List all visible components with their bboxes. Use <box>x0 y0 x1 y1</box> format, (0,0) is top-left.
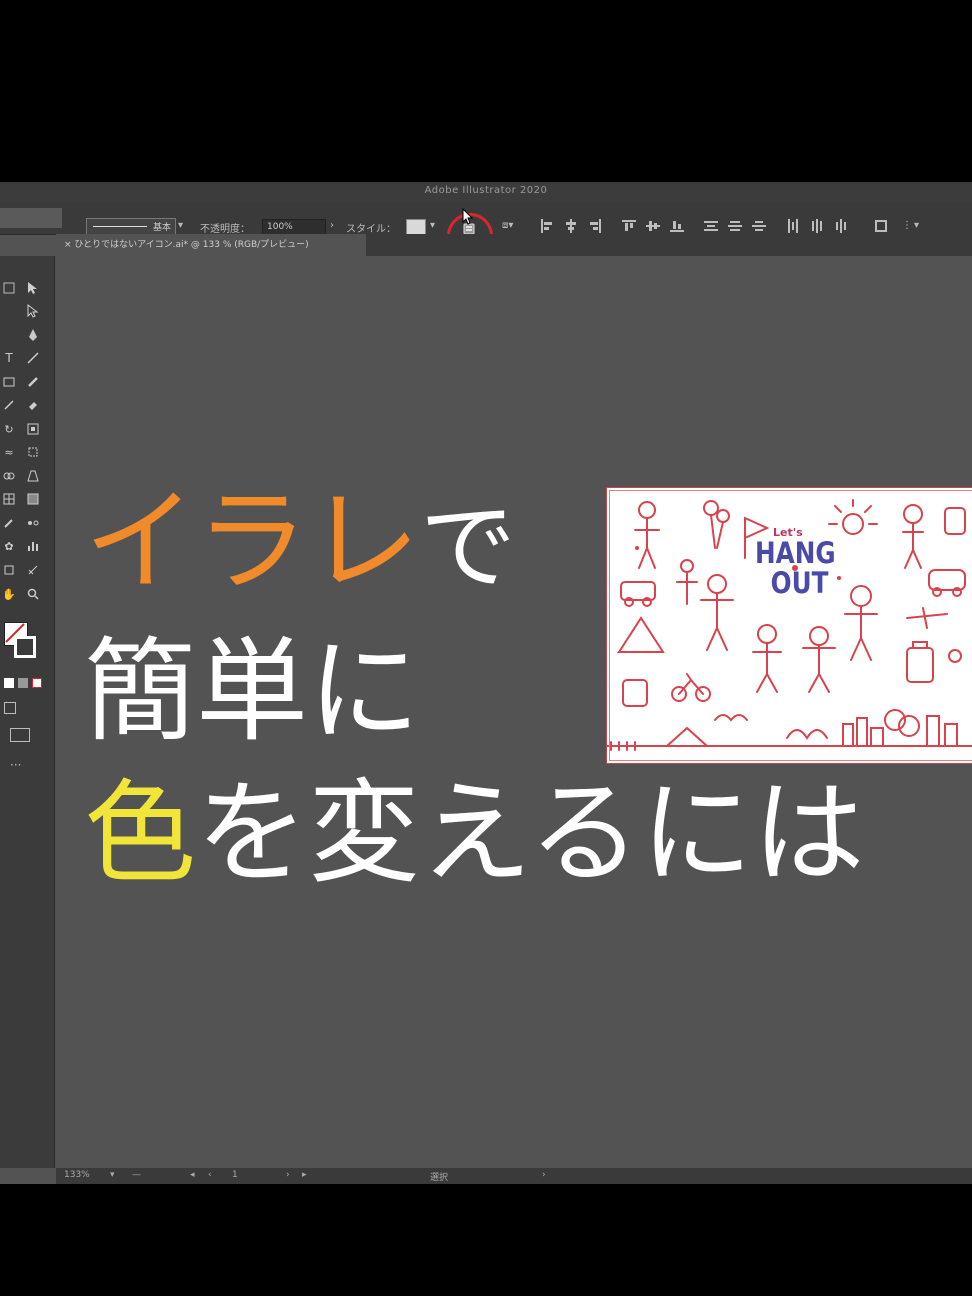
color-mode-icons[interactable] <box>4 678 46 690</box>
status-bar: 133% ▾ — ◂ ‹ 1 › ▸ 選択 › <box>56 1168 972 1184</box>
align-bottom-icon[interactable] <box>670 219 684 233</box>
mouse-cursor-icon <box>462 208 474 225</box>
artboard-number[interactable]: 1 <box>232 1170 238 1180</box>
tool-width-icon[interactable]: ≈ <box>0 443 18 461</box>
color-icon[interactable] <box>4 678 14 688</box>
opacity-arrow-icon[interactable]: › <box>330 220 334 231</box>
tool-scale-icon[interactable] <box>24 420 42 438</box>
headline-line3-white: を変えるには <box>196 769 865 899</box>
align-horizontal-center-icon[interactable] <box>564 219 578 233</box>
window-title: Adobe Illustrator 2020 <box>424 185 548 196</box>
rotate-view-field[interactable]: — <box>132 1170 141 1180</box>
style-label: スタイル： <box>346 224 396 235</box>
edit-toolbar-icon[interactable]: ··· <box>10 758 21 772</box>
draw-mode-icon[interactable] <box>4 702 16 714</box>
stroke-profile-label: 基本 <box>152 223 171 233</box>
tool-hand-icon[interactable]: ✋ <box>0 585 18 603</box>
tool-direct-select-icon[interactable] <box>24 302 42 320</box>
stroke-line-preview <box>93 226 147 227</box>
none-icon[interactable] <box>32 678 42 688</box>
tool-perspective-icon[interactable] <box>24 467 42 485</box>
transform-panel-icon[interactable] <box>874 219 888 233</box>
hang-out-illustration[interactable]: Let's HANG OUT <box>606 487 972 764</box>
fill-stroke-swatches[interactable] <box>4 622 44 668</box>
headline-line-3: 色を変えるには <box>84 770 865 898</box>
screen-mode-icon[interactable] <box>10 728 30 742</box>
distribute-vertical-center-icon[interactable] <box>728 219 742 233</box>
status-mode: 選択 <box>430 1173 449 1183</box>
headline-line-1: イラレで <box>84 478 516 611</box>
style-chevron-icon[interactable]: ▾ <box>430 220 435 231</box>
tool-eyedropper-icon[interactable] <box>0 514 18 532</box>
tool-selection-icon[interactable] <box>24 279 42 297</box>
headline-line3-yellow: 色 <box>84 769 196 899</box>
gradient-icon[interactable] <box>18 678 28 688</box>
align-right-icon[interactable] <box>588 219 602 233</box>
distribute-right-icon[interactable] <box>834 219 848 233</box>
tool-pen-icon[interactable] <box>24 326 42 344</box>
tool-line-icon[interactable] <box>24 349 42 367</box>
align-top-icon[interactable] <box>622 219 636 233</box>
tool-pencil-icon[interactable] <box>0 396 18 414</box>
tool-slice-icon[interactable] <box>24 561 42 579</box>
align-left-icon[interactable] <box>540 219 554 233</box>
stroke-chevron-icon[interactable]: ▾ <box>178 220 183 231</box>
first-artboard-icon[interactable]: ◂ <box>190 1170 195 1180</box>
tool-rotate-icon[interactable]: ↻ <box>0 420 18 438</box>
status-arrow-icon[interactable]: › <box>542 1170 546 1180</box>
none-slash-icon <box>5 623 25 643</box>
tool-mesh-icon[interactable] <box>0 490 18 508</box>
panel-chevron-icon[interactable]: ▾ <box>914 220 919 231</box>
tool-type-icon[interactable]: T <box>0 349 18 367</box>
artwork-selection-bounds <box>609 490 972 761</box>
align-vertical-center-icon[interactable] <box>646 219 660 233</box>
next-artboard-icon[interactable]: › <box>286 1170 290 1180</box>
tool-zoom-icon[interactable] <box>24 585 42 603</box>
tool-shape-builder-icon[interactable] <box>0 467 18 485</box>
tool-free-transform-icon[interactable] <box>24 443 42 461</box>
last-artboard-icon[interactable]: ▸ <box>302 1170 307 1180</box>
distribute-top-icon[interactable] <box>704 219 718 233</box>
headline-line1-white: で <box>420 491 516 603</box>
opacity-field[interactable]: 100% <box>262 219 326 235</box>
more-options-icon[interactable]: ⋮ <box>902 220 912 231</box>
tool-artboard-icon[interactable] <box>0 561 18 579</box>
tool-rectangle-icon[interactable] <box>0 373 18 391</box>
headline-line-2: 簡単に <box>84 627 420 757</box>
tool-gradient-icon[interactable] <box>24 490 42 508</box>
tool-eraser-icon[interactable] <box>24 396 42 414</box>
prev-artboard-icon[interactable]: ‹ <box>208 1170 212 1180</box>
tool-magic-wand-icon[interactable] <box>0 279 18 297</box>
distribute-bottom-icon[interactable] <box>752 219 766 233</box>
tool-symbol-sprayer-icon[interactable]: ✿ <box>0 537 18 555</box>
tool-column-graph-icon[interactable] <box>24 537 42 555</box>
document-tab[interactable]: × ひとりではないアイコン.ai* @ 133 % (RGB/プレビュー) <box>56 234 366 256</box>
zoom-chevron-icon[interactable]: ▾ <box>110 1170 115 1180</box>
tool-paintbrush-icon[interactable] <box>24 373 42 391</box>
distribute-left-icon[interactable] <box>786 219 800 233</box>
transform-dropdown-icon[interactable]: ⧈▾ <box>502 220 513 231</box>
document-tab-bar: × ひとりではないアイコン.ai* @ 133 % (RGB/プレビュー) <box>56 234 972 256</box>
distribute-horizontal-center-icon[interactable] <box>810 219 824 233</box>
zoom-level[interactable]: 133% <box>64 1170 90 1180</box>
selection-indicator <box>0 208 62 228</box>
headline-line1-orange: イラレ <box>84 477 420 607</box>
title-bar: Adobe Illustrator 2020 <box>0 182 972 203</box>
tool-blend-icon[interactable] <box>24 514 42 532</box>
opacity-label: 不透明度： <box>200 224 250 235</box>
